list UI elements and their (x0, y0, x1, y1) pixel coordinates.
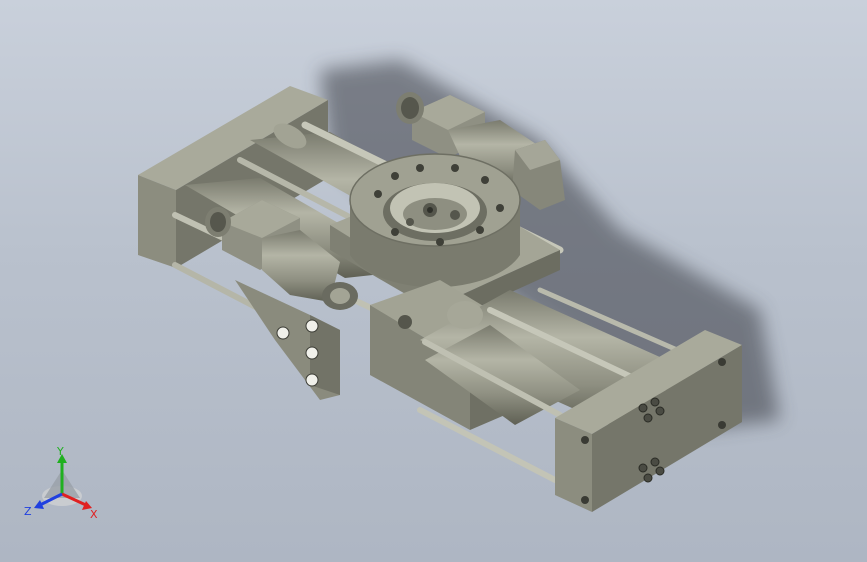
3d-viewport[interactable]: Y X Z (0, 0, 867, 562)
z-axis-label: Z (24, 505, 32, 518)
x-axis-label: X (90, 508, 98, 521)
cad-model-rotary-actuator[interactable] (0, 0, 867, 562)
orientation-triad[interactable]: Y X Z (22, 446, 106, 526)
y-axis-label: Y (56, 446, 64, 458)
rotary-table[interactable] (349, 153, 521, 288)
